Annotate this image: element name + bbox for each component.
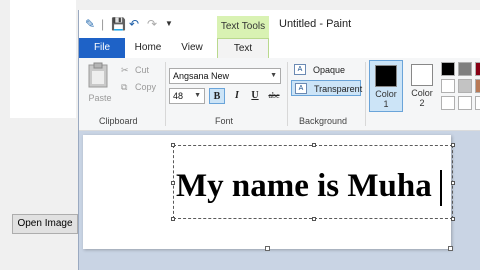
text-caret [440,170,442,206]
font-family-value: Angsana New [173,71,230,81]
opaque-label: Opaque [313,65,346,75]
copy-icon: ⧉ [121,82,128,92]
paste-button[interactable]: Paste [87,62,113,106]
transparent-label: Transparent [314,84,363,94]
paste-icon [88,62,108,88]
canvas-resize-handle[interactable] [448,246,453,251]
palette-swatch[interactable] [458,96,472,110]
bold-button[interactable]: B [209,88,225,104]
palette-swatch[interactable] [458,62,472,76]
italic-button[interactable]: I [229,88,245,104]
tab-home[interactable]: Home [129,38,167,58]
font-size-dropdown[interactable]: 48 ▼ [169,88,205,104]
transparent-icon: A [295,83,307,94]
color-1-swatch [375,65,397,87]
color-2-button[interactable]: Color 2 [405,60,439,112]
tab-view[interactable]: View [173,38,211,58]
palette-swatch[interactable] [441,96,455,110]
title-separator: | [101,17,105,31]
save-icon[interactable]: 💾 [111,16,126,32]
undo-icon[interactable]: ↶ [129,16,139,32]
palette-swatch[interactable] [475,62,480,76]
color-1-button[interactable]: Color 1 [369,60,403,112]
tab-file[interactable]: File [79,38,125,58]
opaque-icon: A [294,64,306,75]
color-2-label: Color [411,88,433,98]
font-group-label: Font [215,116,234,126]
text-tools-context-header: Text Tools [217,16,269,38]
color-1-label: Color [375,89,397,99]
resize-handle[interactable] [312,217,316,221]
ribbon: Paste ✂ Cut ⧉ Copy Clipboard Angsana New… [79,58,480,131]
background-panel [10,0,76,118]
canvas-resize-handle[interactable] [265,246,270,251]
resize-handle[interactable] [171,181,175,185]
open-image-button[interactable]: Open Image [12,214,78,234]
window-title: Untitled - Paint [279,18,352,30]
strikethrough-button[interactable]: abc [265,88,283,104]
drawing-canvas[interactable]: My name is Muha [83,135,455,251]
title-bar: ✎ | 💾 ↶ ↷ ▼ Text Tools Untitled - Paint [79,10,480,38]
palette-swatch[interactable] [458,79,472,93]
font-size-value: 48 [173,91,184,101]
transparent-option[interactable]: A Transparent [291,80,363,96]
resize-handle[interactable] [451,181,455,185]
opaque-option[interactable]: A Opaque [291,62,373,78]
paste-label: Paste [88,93,112,103]
palette-swatch[interactable] [441,79,455,93]
group-separator [165,62,166,126]
canvas-area: My name is Muha [79,131,480,270]
group-separator [365,62,366,126]
resize-handle[interactable] [451,143,455,147]
cut-button[interactable]: Cut [135,64,149,76]
text-box[interactable]: My name is Muha [171,143,455,221]
cut-icon: ✂ [121,65,129,75]
resize-handle[interactable] [171,217,175,221]
canvas-text: My name is Muha [176,168,432,204]
palette-swatch[interactable] [475,79,480,93]
palette-swatch[interactable] [441,62,455,76]
resize-handle[interactable] [312,143,316,147]
copy-button[interactable]: Copy [135,81,156,93]
color-2-swatch [411,64,433,86]
font-family-dropdown[interactable]: Angsana New ▼ [169,68,281,84]
chevron-down-icon: ▼ [270,72,277,79]
underline-button[interactable]: U [247,88,263,104]
tab-text[interactable]: Text [217,38,269,58]
palette-swatch[interactable] [475,96,480,110]
group-separator [287,62,288,126]
paint-app-icon: ✎ [85,17,96,31]
resize-handle[interactable] [451,217,455,221]
resize-handle[interactable] [171,143,175,147]
ribbon-tabs: File Home View Text [79,38,480,59]
chevron-down-icon: ▼ [194,92,201,99]
color-2-number: 2 [419,98,425,108]
color-1-number: 1 [383,99,389,109]
background-group-label: Background [299,116,348,126]
clipboard-group-label: Clipboard [99,116,138,126]
customize-quick-access-icon[interactable]: ▼ [165,16,173,32]
paint-window: ✎ | 💾 ↶ ↷ ▼ Text Tools Untitled - Paint … [78,10,480,270]
redo-icon[interactable]: ↷ [147,16,157,32]
